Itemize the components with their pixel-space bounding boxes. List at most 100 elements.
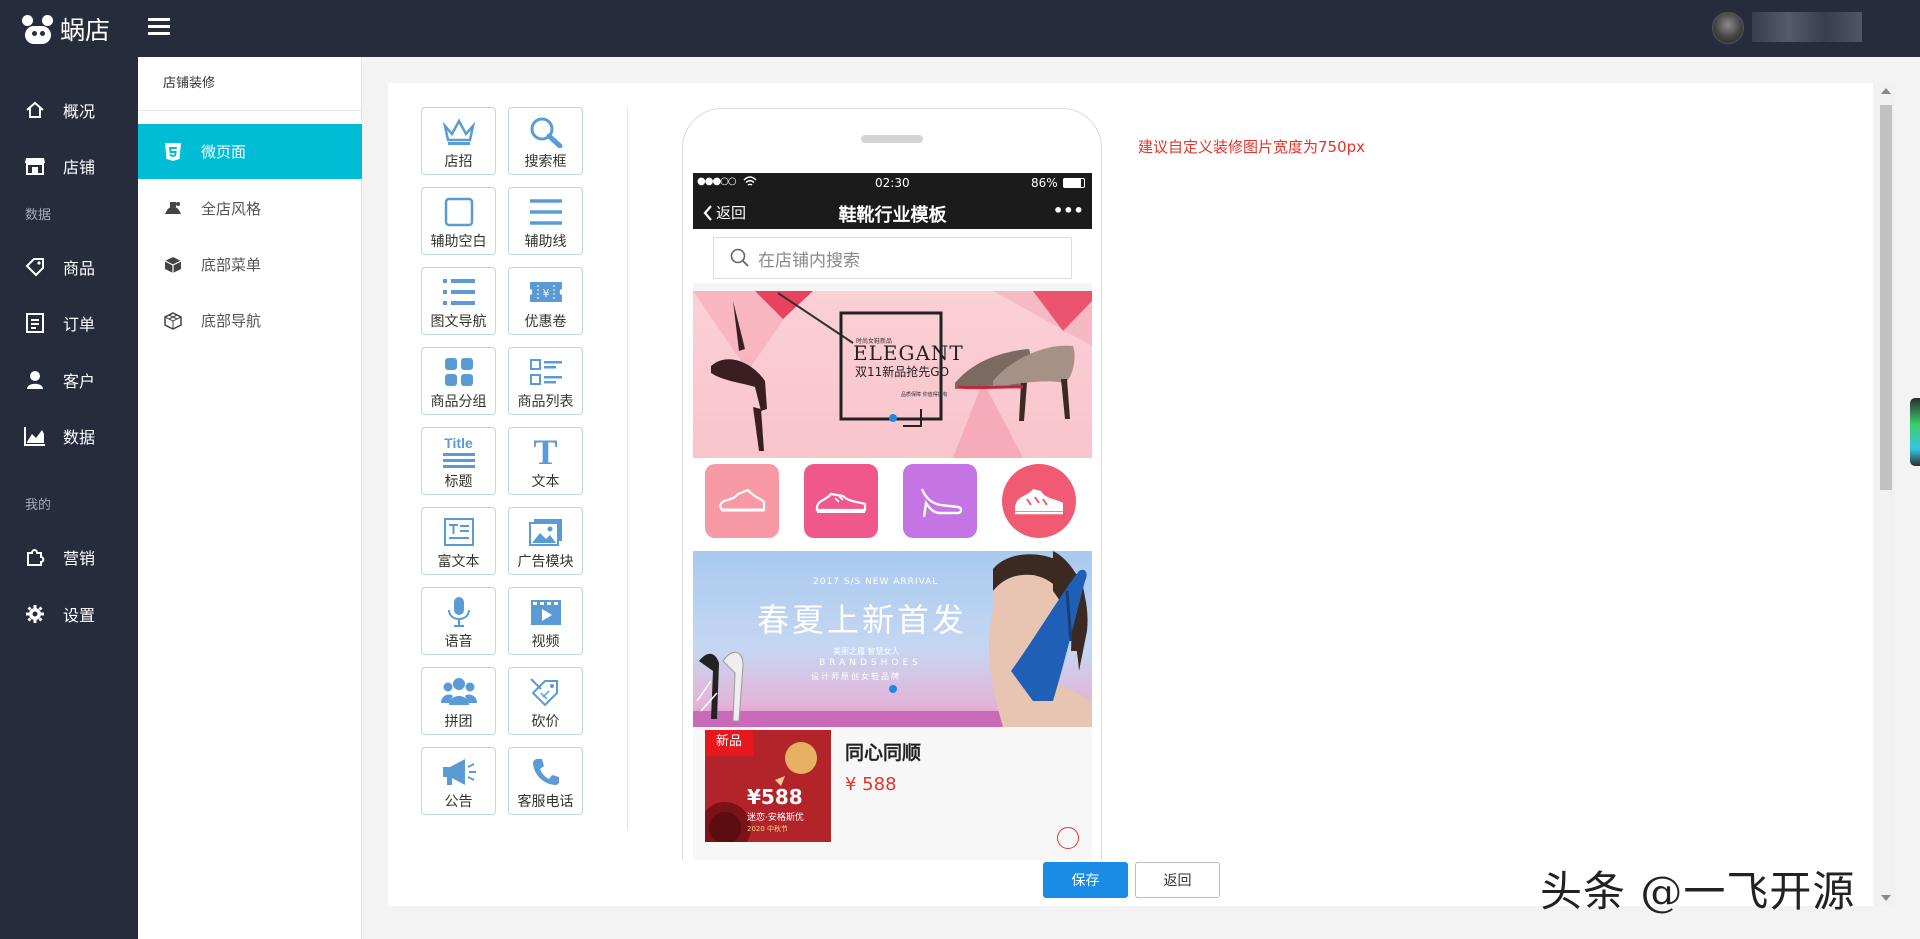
flat-shoe-icon	[718, 488, 766, 512]
widget-product-list[interactable]: 商品列表	[508, 347, 583, 415]
rich-text-icon	[422, 515, 495, 549]
submenu-item-bottom-menu[interactable]: 底部菜单	[138, 237, 362, 292]
cubes-icon	[163, 311, 183, 331]
banner-spring-summer[interactable]: 2017 S/S NEW ARRIVAL 春夏上新首发 美丽之履 智慧女人 BR…	[693, 551, 1092, 727]
widget-blank-space[interactable]: 辅助空白	[421, 187, 496, 255]
avatar[interactable]	[1712, 12, 1744, 44]
widget-divider-line[interactable]: 辅助线	[508, 187, 583, 255]
category-flat-shoe[interactable]	[705, 464, 779, 538]
app-name: 蜗店	[60, 16, 111, 45]
price-tag-icon	[509, 675, 582, 709]
save-button[interactable]: 保存	[1043, 862, 1128, 898]
store-decoration-menu: 店铺装修 微页面 全店风格 底部菜单 底部导航	[138, 57, 362, 939]
sidebar-item-settings[interactable]: 设置	[0, 594, 138, 634]
widget-video[interactable]: 视频	[508, 587, 583, 655]
product-card[interactable]: 新品 ¥588 迷恋·安格斯优 2020 中秋节 同心同顺 ¥ 588	[693, 727, 1092, 860]
widget-ad-module[interactable]: 广告模块	[508, 507, 583, 575]
svg-text:¥: ¥	[542, 287, 549, 300]
category-nav	[693, 458, 1092, 551]
store-icon	[24, 155, 46, 177]
main-sidebar: 概况 店铺 数据 商品 订单 客户 数据 我的 营销 设置	[0, 57, 138, 939]
watermark: 头条 @一飞开源	[1540, 867, 1856, 916]
floating-edge-widget[interactable]	[1910, 398, 1920, 466]
phone-status-bar: ●●●○○ 02:30 86%	[693, 173, 1092, 195]
carousel-dot[interactable]	[889, 414, 897, 422]
submenu-title: 店铺装修	[138, 57, 361, 111]
add-to-cart-icon[interactable]	[1057, 827, 1079, 849]
submenu-item-store-style[interactable]: 全店风格	[138, 181, 362, 236]
group-icon	[422, 675, 495, 709]
sidebar-item-customers[interactable]: 客户	[0, 360, 138, 400]
widget-search-box[interactable]: 搜索框	[508, 107, 583, 175]
paw-logo-icon	[20, 13, 56, 45]
widget-group-buy[interactable]: 拼团	[421, 667, 496, 735]
tag-icon	[24, 256, 46, 278]
page-scrollbar[interactable]	[1875, 83, 1895, 906]
phone-search-area: 在店铺内搜索	[693, 229, 1092, 283]
sidebar-item-data[interactable]: 数据	[0, 416, 138, 456]
scroll-up-arrow-icon[interactable]	[1881, 88, 1891, 94]
phone-search-input[interactable]: 在店铺内搜索	[713, 237, 1072, 279]
widget-product-group[interactable]: 商品分组	[421, 347, 496, 415]
text-icon: T	[533, 432, 558, 472]
home-icon	[24, 99, 46, 121]
new-badge: 新品	[705, 730, 753, 756]
widget-store-sign[interactable]: 店招	[421, 107, 496, 175]
signal-indicator: ●●●○○	[697, 176, 737, 187]
category-sports-shoe[interactable]	[1002, 464, 1076, 538]
banner-elegant[interactable]: 时尚女鞋新品 ELEGANT 双11新品抢先GO 品质保障 你值得拥有	[693, 291, 1092, 458]
order-list-icon	[24, 312, 46, 334]
back-button[interactable]: 返回	[1135, 862, 1220, 898]
product-price: ¥ 588	[845, 774, 897, 795]
sidebar-item-overview[interactable]: 概况	[0, 90, 138, 130]
widget-voice[interactable]: 语音	[421, 587, 496, 655]
widget-notice[interactable]: 公告	[421, 747, 496, 815]
chart-icon	[24, 425, 46, 447]
sidebar-item-store[interactable]: 店铺	[0, 146, 138, 186]
sidebar-section-data: 数据	[25, 208, 52, 223]
sidebar-item-marketing[interactable]: 营销	[0, 537, 138, 577]
widget-service-phone[interactable]: 客服电话	[508, 747, 583, 815]
widget-title[interactable]: Title 标题	[421, 427, 496, 495]
user-name-blurred[interactable]	[1752, 12, 1862, 42]
phone-page-title: 鞋靴行业模板	[838, 205, 947, 226]
crown-icon	[422, 115, 495, 149]
category-high-heel[interactable]	[903, 464, 977, 538]
top-bar: 蜗店	[0, 0, 1920, 57]
product-thumbnail: 新品 ¥588 迷恋·安格斯优 2020 中秋节	[705, 730, 831, 842]
megaphone-icon	[422, 755, 495, 789]
microphone-icon	[422, 595, 495, 629]
submenu-item-bottom-nav[interactable]: 底部导航	[138, 293, 362, 348]
widget-coupon[interactable]: ¥ 优惠卷	[508, 267, 583, 335]
sidebar-item-products[interactable]: 商品	[0, 247, 138, 287]
user-icon	[24, 369, 46, 391]
image-icon	[509, 515, 582, 549]
sports-shoe-icon	[1015, 489, 1063, 515]
cube-icon	[163, 255, 183, 275]
html5-icon	[163, 142, 183, 162]
more-icon[interactable]: •••	[1053, 201, 1084, 220]
wifi-icon	[743, 176, 757, 191]
panel-divider	[627, 108, 628, 830]
widget-bargain[interactable]: 砍价	[508, 667, 583, 735]
phone-title-bar: 返回 鞋靴行业模板 •••	[693, 195, 1092, 229]
palette-icon	[163, 199, 183, 219]
grid-icon	[422, 355, 495, 389]
app-logo[interactable]: 蜗店	[20, 12, 110, 46]
scrollbar-thumb[interactable]	[1880, 105, 1892, 490]
phone-speaker	[861, 135, 923, 143]
gear-icon	[24, 603, 46, 625]
carousel-dot[interactable]	[889, 685, 897, 693]
title-icon: Title	[422, 435, 495, 469]
scroll-down-arrow-icon[interactable]	[1881, 895, 1891, 901]
sidebar-item-orders[interactable]: 订单	[0, 303, 138, 343]
menu-toggle-icon[interactable]	[148, 18, 170, 38]
category-sneaker[interactable]	[804, 464, 878, 538]
widget-text[interactable]: T 文本	[508, 427, 583, 495]
widget-image-text-nav[interactable]: 图文导航	[421, 267, 496, 335]
battery-percent: 86%	[1031, 176, 1058, 190]
widget-rich-text[interactable]: 富文本	[421, 507, 496, 575]
sneaker-icon	[815, 492, 867, 513]
submenu-item-micro-page[interactable]: 微页面	[138, 124, 362, 179]
product-name: 同心同顺	[845, 742, 922, 764]
